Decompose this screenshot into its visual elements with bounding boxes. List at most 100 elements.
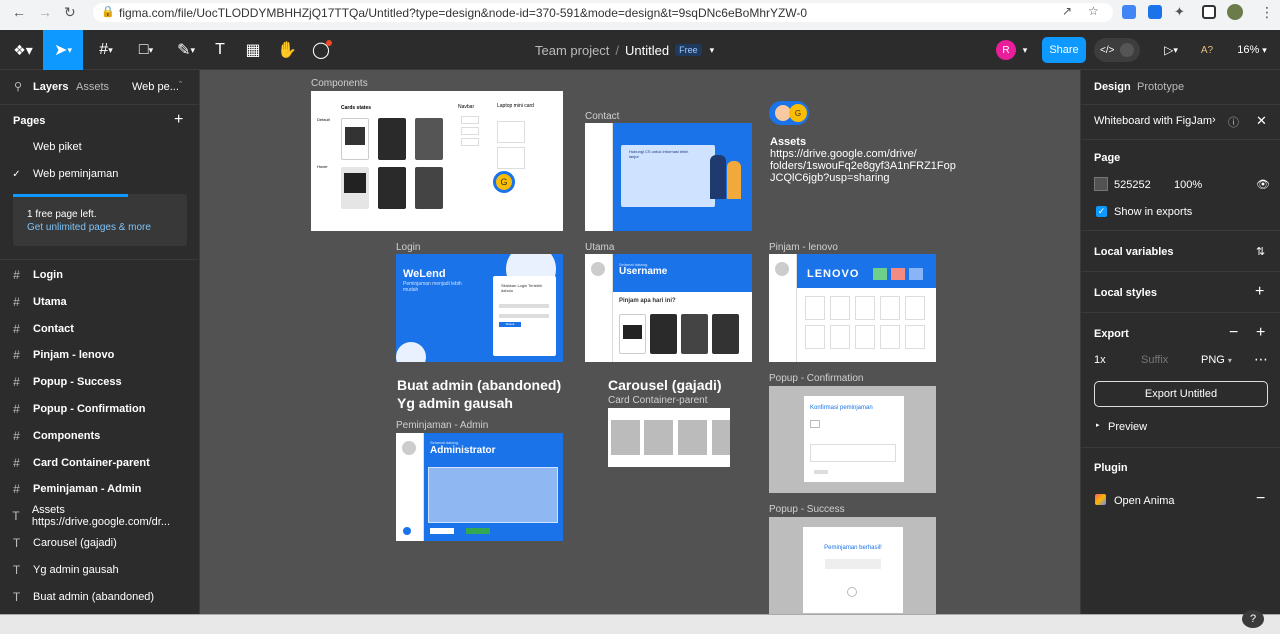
chevron-right-icon[interactable]: ▸ xyxy=(1096,421,1100,429)
hand-tool-icon[interactable]: ✋ xyxy=(274,30,300,70)
profile-avatar[interactable] xyxy=(1227,4,1243,20)
shape-tool-icon[interactable]: □ ▾ xyxy=(128,30,164,70)
page-item-web-piket[interactable]: Web piket xyxy=(0,136,200,158)
sidebar-toggle-icon[interactable] xyxy=(1202,5,1216,19)
layer-item[interactable]: # Popup - Success xyxy=(0,371,200,393)
file-name[interactable]: Untitled xyxy=(625,43,669,58)
extension-icon[interactable] xyxy=(1148,5,1162,19)
remove-plugin-icon[interactable]: − xyxy=(1256,490,1265,508)
address-bar[interactable]: 🔒 figma.com/file/UocTLODDYMBHHZjQ17TTQa/… xyxy=(93,3,1113,22)
frame-label-success[interactable]: Popup - Success xyxy=(769,504,845,515)
help-icon[interactable]: ⓘ xyxy=(1228,114,1239,130)
frame-contact[interactable]: Hubungi CS untuk informasi lebih lanjut xyxy=(585,123,752,231)
zoom-dropdown[interactable]: 16% ▾ xyxy=(1232,30,1272,70)
frame-tool-icon[interactable]: # ▾ xyxy=(88,30,124,70)
export-scale[interactable]: 1x xyxy=(1094,354,1106,366)
layer-item[interactable]: # Login xyxy=(0,264,200,286)
share-page-icon[interactable]: ↗ xyxy=(1062,4,1072,18)
file-title[interactable]: Team project / Untitled Free ▾ xyxy=(535,30,735,70)
add-export-icon[interactable]: + xyxy=(1256,324,1265,342)
share-button[interactable]: Share xyxy=(1042,37,1086,63)
chevron-up-icon[interactable]: ˆ xyxy=(179,80,182,90)
page-item-web-peminjaman[interactable]: ✓ Web peminjaman xyxy=(0,163,200,185)
back-icon[interactable]: ← xyxy=(12,4,26,20)
export-settings-icon[interactable]: ⋯ xyxy=(1254,351,1268,368)
layer-item[interactable]: # Card Container-parent xyxy=(0,452,200,474)
canvas[interactable]: Components Cards states Default Hover Na… xyxy=(200,70,1080,634)
layer-item[interactable]: # Popup - Confirmation xyxy=(0,398,200,420)
chevron-right-icon[interactable]: › xyxy=(1212,114,1216,126)
frame-login[interactable]: WeLend Peminjaman menjadi lebih mudah Si… xyxy=(396,254,563,362)
frame-label-components[interactable]: Components xyxy=(311,78,368,89)
preview-toggle[interactable]: Preview xyxy=(1108,421,1147,433)
export-suffix-input[interactable]: Suffix xyxy=(1141,354,1168,366)
comment-tool-icon[interactable]: ◯ xyxy=(308,30,334,70)
layer-item[interactable]: # Pinjam - lenovo xyxy=(0,344,200,366)
page-opacity-value[interactable]: 100% xyxy=(1174,179,1202,191)
pen-tool-icon[interactable]: ✎ ▾ xyxy=(168,30,204,70)
page-dropdown[interactable]: Web pe... xyxy=(132,81,179,93)
resources-icon[interactable]: ▦ xyxy=(240,30,266,70)
frame-pinjam-lenovo[interactable]: LENOVO xyxy=(769,254,936,362)
assets-url-line[interactable]: https://drive.google.com/drive/ xyxy=(770,148,917,160)
layer-item[interactable]: T Yg admin gausah xyxy=(0,559,200,581)
figma-menu-icon[interactable]: ❖▾ xyxy=(6,30,40,70)
layer-item[interactable]: T Assets https://drive.google.com/dr... xyxy=(0,504,200,528)
add-style-icon[interactable]: + xyxy=(1255,283,1264,301)
variables-icon[interactable]: ⇅ xyxy=(1256,245,1265,258)
puzzle-icon[interactable]: ✦ xyxy=(1174,4,1185,20)
ai-icon[interactable]: A? xyxy=(1196,30,1218,70)
frame-components[interactable]: Cards states Default Hover Navbar Laptop… xyxy=(311,91,563,231)
search-icon[interactable]: ⚲ xyxy=(14,80,22,93)
page-color-value[interactable]: 525252 xyxy=(1114,179,1151,191)
add-page-icon[interactable]: + xyxy=(174,111,183,129)
figjam-banner[interactable]: Whiteboard with FigJam xyxy=(1094,115,1212,127)
export-button[interactable]: Export Untitled xyxy=(1094,381,1268,407)
more-icon[interactable]: ⋮ xyxy=(1260,4,1274,21)
forward-icon[interactable]: → xyxy=(38,4,52,20)
layer-item[interactable]: # Contact xyxy=(0,318,200,340)
assets-url-line[interactable]: folders/1swouFq2e8gyf3A1nFRZ1Fop xyxy=(770,160,956,172)
plugin-open-anima[interactable]: Open Anima xyxy=(1114,495,1175,507)
local-styles-title[interactable]: Local styles xyxy=(1094,287,1157,299)
frame-label-contact[interactable]: Contact xyxy=(585,111,619,122)
frame-label-pinjam-lenovo[interactable]: Pinjam - lenovo xyxy=(769,242,838,253)
bookmark-star-icon[interactable]: ☆ xyxy=(1088,4,1099,18)
local-variables-title[interactable]: Local variables xyxy=(1094,246,1174,258)
eye-icon[interactable]: 👁 xyxy=(1256,178,1270,191)
layer-item[interactable]: # Utama xyxy=(0,291,200,313)
frame-label-login[interactable]: Login xyxy=(396,242,420,253)
frame-label-admin[interactable]: Peminjaman - Admin xyxy=(396,420,488,431)
frame-card-container[interactable] xyxy=(608,408,730,467)
upgrade-link[interactable]: Get unlimited pages & more xyxy=(27,222,151,233)
present-icon[interactable]: ▷ ▾ xyxy=(1156,30,1186,70)
tab-assets[interactable]: Assets xyxy=(76,81,109,93)
frame-peminjaman-admin[interactable]: Selamat datang, Administrator xyxy=(396,433,563,541)
layer-item[interactable]: # Peminjaman - Admin xyxy=(0,478,200,500)
close-icon[interactable]: ✕ xyxy=(1256,113,1267,129)
tab-layers[interactable]: Layers xyxy=(33,81,68,93)
show-exports-checkbox[interactable]: ✓ xyxy=(1096,206,1107,217)
reload-icon[interactable]: ↻ xyxy=(64,4,76,21)
heading-buat-admin[interactable]: Buat admin (abandoned) xyxy=(397,377,561,393)
dev-mode-toggle[interactable]: </> xyxy=(1094,38,1140,62)
tab-design[interactable]: Design xyxy=(1094,81,1131,93)
page-color-swatch[interactable] xyxy=(1094,177,1108,191)
frame-label-card-container[interactable]: Card Container-parent xyxy=(608,395,708,406)
help-button[interactable]: ? xyxy=(1242,610,1264,628)
assets-url-line[interactable]: JCQlC6jgb?usp=sharing xyxy=(770,172,890,184)
layer-item[interactable]: # Components xyxy=(0,425,200,447)
layer-item[interactable]: T Carousel (gajadi) xyxy=(0,532,200,554)
chevron-down-icon[interactable]: ▾ xyxy=(1018,30,1032,70)
chevron-down-icon[interactable]: ▾ xyxy=(710,45,715,56)
frame-utama[interactable]: Selamat datang, Username Pinjam apa hari… xyxy=(585,254,752,362)
frame-popup-confirmation[interactable]: Konfirmasi peminjaman xyxy=(769,386,936,493)
remove-export-icon[interactable]: − xyxy=(1229,324,1238,342)
extension-icon[interactable] xyxy=(1122,5,1136,19)
move-tool-icon[interactable]: ➤ ▾ xyxy=(43,30,83,70)
frame-label-utama[interactable]: Utama xyxy=(585,242,614,253)
heading-yg-admin[interactable]: Yg admin gausah xyxy=(397,395,513,411)
tab-prototype[interactable]: Prototype xyxy=(1137,81,1184,93)
export-format-select[interactable]: PNG ▾ xyxy=(1201,354,1232,366)
avatar[interactable]: R xyxy=(996,30,1016,70)
